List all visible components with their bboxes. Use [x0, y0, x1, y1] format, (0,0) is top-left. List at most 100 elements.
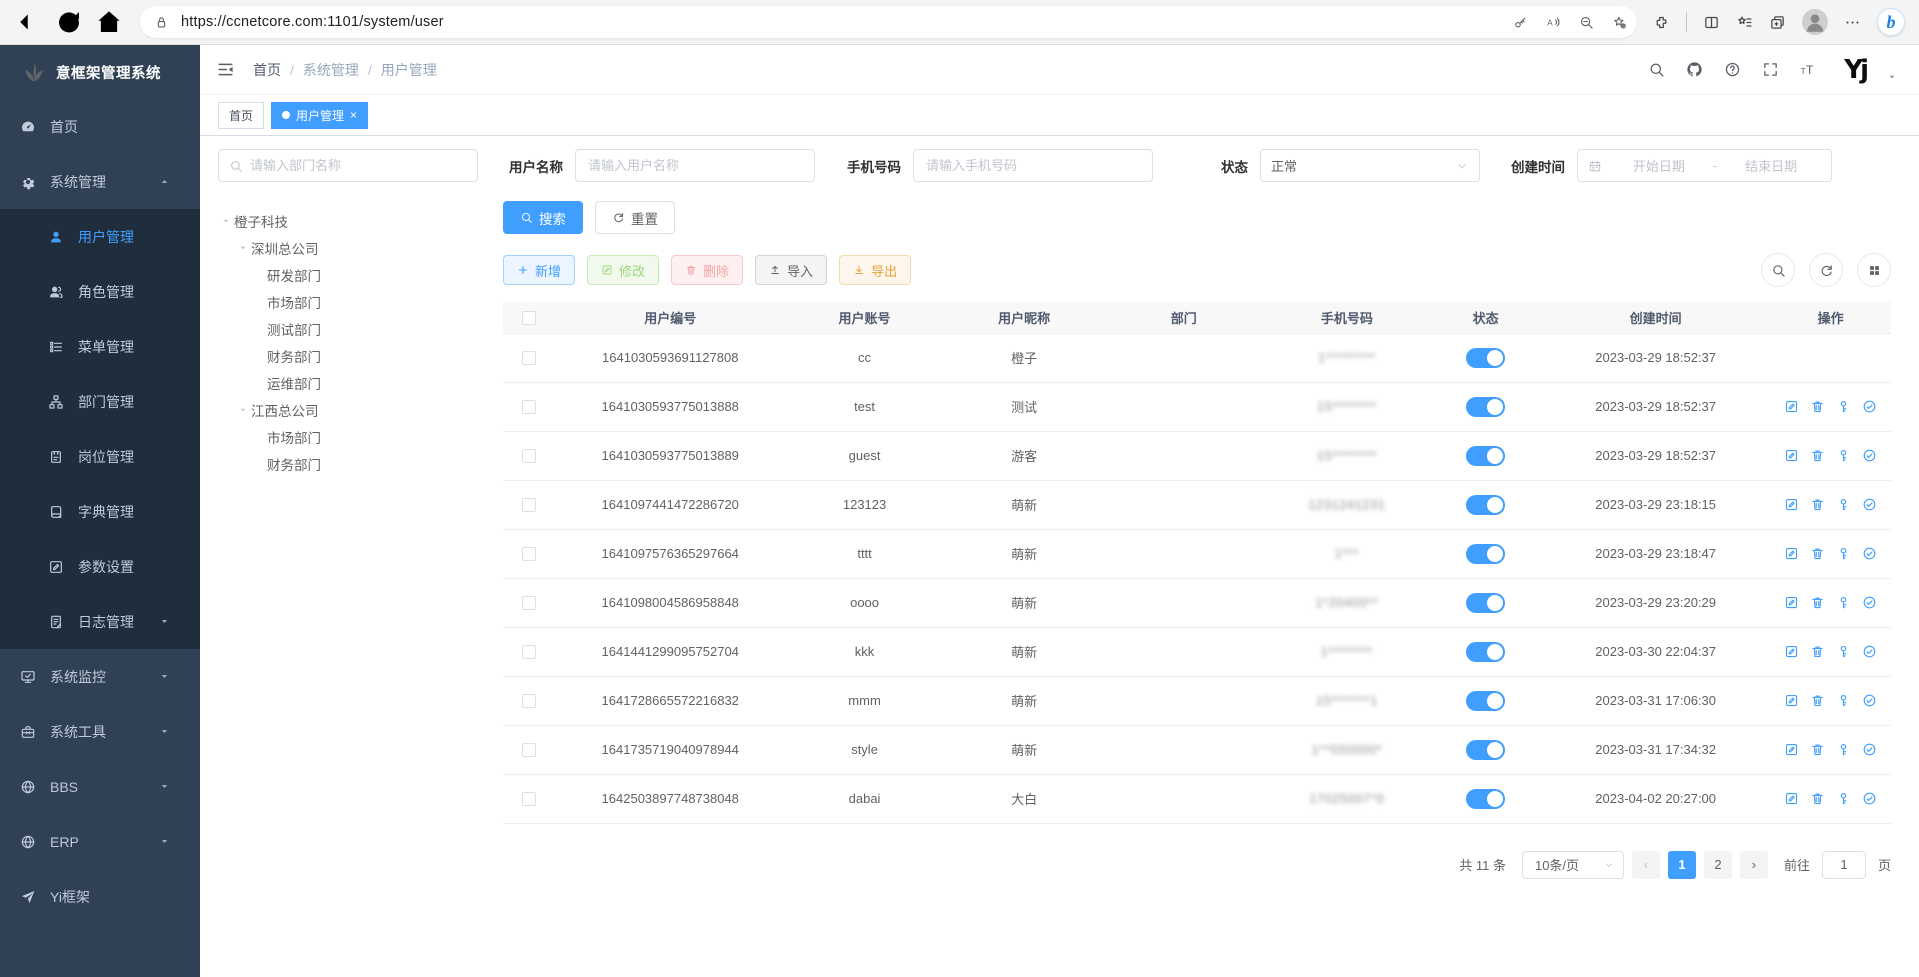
assign-role-icon[interactable]	[1862, 644, 1877, 659]
row-checkbox[interactable]	[522, 645, 536, 659]
sidebar-item-首页[interactable]: 首页	[0, 99, 200, 154]
row-checkbox[interactable]	[522, 792, 536, 806]
extensions-icon[interactable]	[1653, 14, 1670, 31]
read-aloud-icon[interactable]: A	[1546, 15, 1561, 30]
back-icon[interactable]	[14, 7, 44, 37]
reset-password-icon[interactable]	[1836, 546, 1851, 561]
row-checkbox[interactable]	[522, 694, 536, 708]
新增-button[interactable]: 新增	[503, 255, 575, 285]
help-icon[interactable]	[1724, 61, 1741, 78]
row-checkbox[interactable]	[522, 449, 536, 463]
sidebar-item-参数设置[interactable]: 参数设置	[0, 539, 200, 594]
delete-icon[interactable]	[1810, 791, 1825, 806]
edit-icon[interactable]	[1784, 644, 1799, 659]
row-checkbox[interactable]	[522, 743, 536, 757]
tree-node-江西总公司[interactable]: 江西总公司	[218, 396, 478, 423]
sidebar-item-ERP[interactable]: ERP	[0, 814, 200, 869]
avatar-caret-icon[interactable]	[1887, 72, 1897, 82]
sidebar-item-Yi框架[interactable]: Yi框架	[0, 869, 200, 924]
导出-button[interactable]: 导出	[839, 255, 911, 285]
date-range-picker[interactable]: 开始日期 - 结束日期	[1577, 149, 1832, 182]
reset-button[interactable]: 重置	[595, 201, 675, 234]
sidebar-item-系统工具[interactable]: 系统工具	[0, 704, 200, 759]
sidebar-item-角色管理[interactable]: 角色管理	[0, 264, 200, 319]
tree-node-测试部门[interactable]: 测试部门	[218, 315, 478, 342]
password-key-icon[interactable]	[1513, 15, 1528, 30]
tree-node-财务部门[interactable]: 财务部门	[218, 450, 478, 477]
page-button-2[interactable]: 2	[1704, 851, 1732, 879]
tree-node-市场部门[interactable]: 市场部门	[218, 423, 478, 450]
assign-role-icon[interactable]	[1862, 742, 1877, 757]
tree-caret-icon[interactable]	[218, 216, 234, 226]
reset-password-icon[interactable]	[1836, 644, 1851, 659]
delete-icon[interactable]	[1810, 644, 1825, 659]
search-button[interactable]: 搜索	[503, 201, 583, 234]
delete-icon[interactable]	[1810, 742, 1825, 757]
home-icon[interactable]	[94, 7, 124, 37]
reset-password-icon[interactable]	[1836, 693, 1851, 708]
修改-button[interactable]: 修改	[587, 255, 659, 285]
next-page-button[interactable]: ›	[1740, 851, 1768, 879]
breadcrumb-system[interactable]: 系统管理	[303, 60, 359, 80]
fullscreen-icon[interactable]	[1762, 61, 1779, 78]
tab-close-icon[interactable]: ×	[350, 108, 357, 122]
delete-icon[interactable]	[1810, 546, 1825, 561]
favorite-add-icon[interactable]	[1612, 15, 1627, 30]
tree-node-深圳总公司[interactable]: 深圳总公司	[218, 234, 478, 261]
status-toggle[interactable]	[1466, 544, 1505, 564]
reset-password-icon[interactable]	[1836, 448, 1851, 463]
assign-role-icon[interactable]	[1862, 399, 1877, 414]
sidebar-item-菜单管理[interactable]: 菜单管理	[0, 319, 200, 374]
sidebar-item-字典管理[interactable]: 字典管理	[0, 484, 200, 539]
tree-caret-icon[interactable]	[235, 243, 251, 253]
favorites-bar-icon[interactable]	[1736, 14, 1753, 31]
status-toggle[interactable]	[1466, 740, 1505, 760]
delete-icon[interactable]	[1810, 497, 1825, 512]
select-all-checkbox[interactable]	[522, 311, 536, 325]
sidebar-fold-icon[interactable]	[216, 60, 235, 79]
breadcrumb-user[interactable]: 用户管理	[381, 60, 437, 80]
assign-role-icon[interactable]	[1862, 497, 1877, 512]
tree-node-橙子科技[interactable]: 橙子科技	[218, 207, 478, 234]
delete-icon[interactable]	[1810, 693, 1825, 708]
user-avatar[interactable]: Yj	[1844, 57, 1866, 83]
prev-page-button[interactable]: ‹	[1632, 851, 1660, 879]
edit-icon[interactable]	[1784, 399, 1799, 414]
status-toggle[interactable]	[1466, 593, 1505, 613]
start-date-placeholder[interactable]: 开始日期	[1609, 156, 1709, 175]
collections-icon[interactable]	[1769, 14, 1786, 31]
assign-role-icon[interactable]	[1862, 448, 1877, 463]
refresh-icon[interactable]	[54, 7, 84, 37]
status-toggle[interactable]	[1466, 397, 1505, 417]
delete-icon[interactable]	[1810, 448, 1825, 463]
assign-role-icon[interactable]	[1862, 791, 1877, 806]
row-checkbox[interactable]	[522, 351, 536, 365]
phone-input[interactable]	[926, 158, 1142, 173]
more-menu-icon[interactable]	[1844, 14, 1861, 31]
status-toggle[interactable]	[1466, 446, 1505, 466]
row-checkbox[interactable]	[522, 400, 536, 414]
sidebar-item-日志管理[interactable]: 日志管理	[0, 594, 200, 649]
github-icon[interactable]	[1686, 61, 1703, 78]
tab-home[interactable]: 首页	[218, 102, 264, 129]
dept-search-input[interactable]	[250, 158, 467, 173]
copilot-icon[interactable]: b	[1877, 8, 1905, 36]
page-size-select[interactable]: 10条/页	[1522, 851, 1624, 879]
refresh-table-button[interactable]	[1809, 253, 1843, 287]
username-input[interactable]	[588, 158, 804, 173]
reset-password-icon[interactable]	[1836, 791, 1851, 806]
row-checkbox[interactable]	[522, 547, 536, 561]
page-button-1[interactable]: 1	[1668, 851, 1696, 879]
tree-node-市场部门[interactable]: 市场部门	[218, 288, 478, 315]
sidebar-item-部门管理[interactable]: 部门管理	[0, 374, 200, 429]
column-settings-button[interactable]	[1857, 253, 1891, 287]
status-toggle[interactable]	[1466, 789, 1505, 809]
sidebar-item-岗位管理[interactable]: 岗位管理	[0, 429, 200, 484]
show-search-toggle-button[interactable]	[1761, 253, 1795, 287]
status-toggle[interactable]	[1466, 348, 1505, 368]
app-logo[interactable]: 意框架管理系统	[0, 45, 200, 99]
row-checkbox[interactable]	[522, 498, 536, 512]
导入-button[interactable]: 导入	[755, 255, 827, 285]
edit-icon[interactable]	[1784, 546, 1799, 561]
assign-role-icon[interactable]	[1862, 595, 1877, 610]
